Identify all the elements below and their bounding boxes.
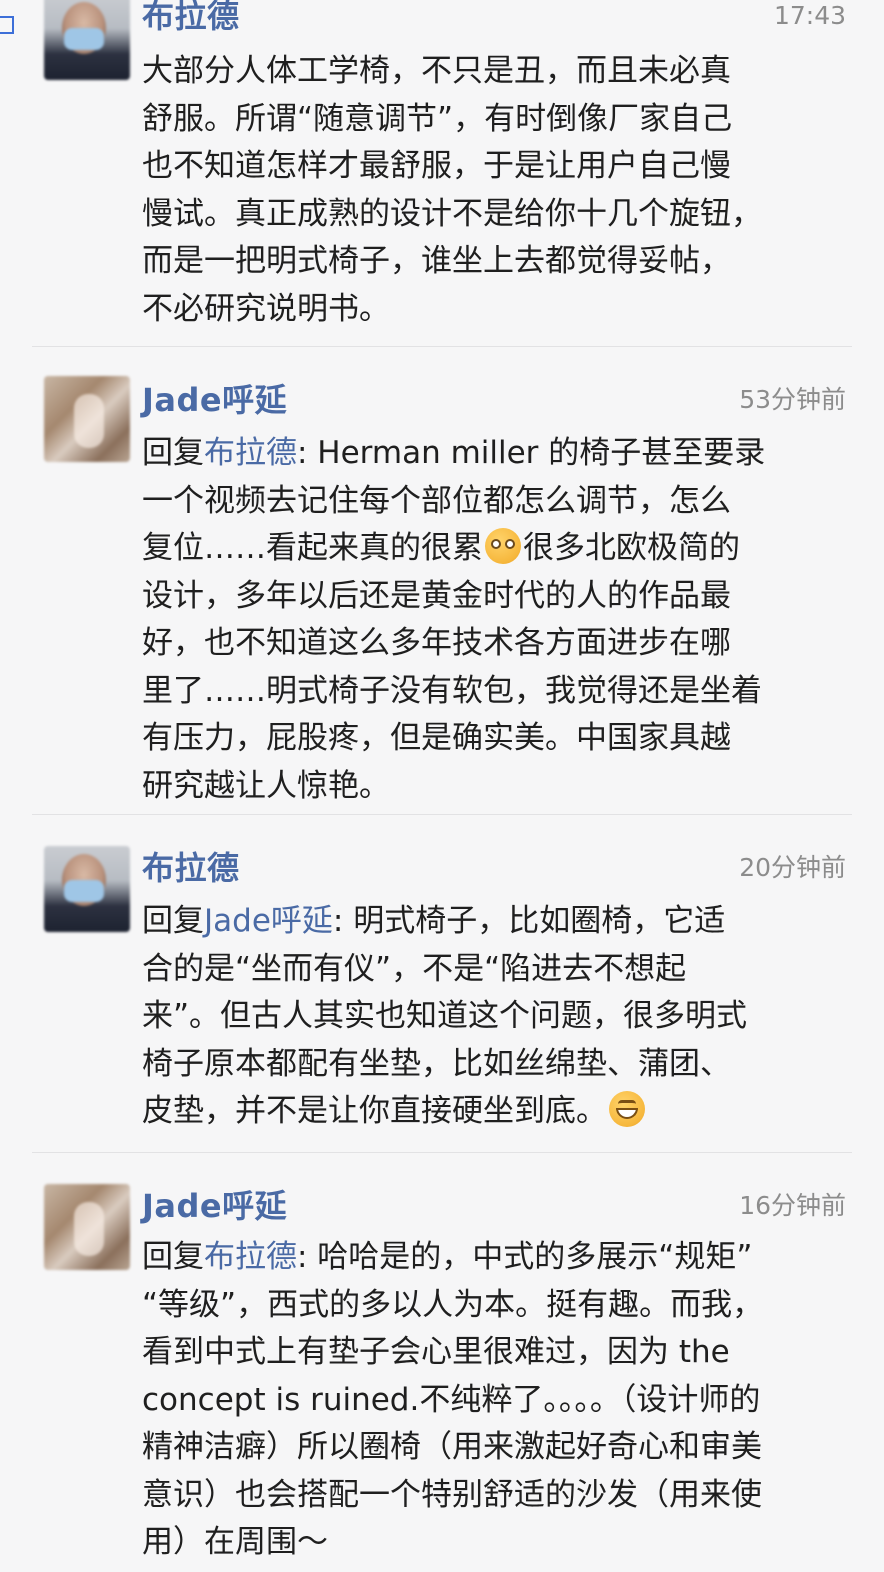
author-name[interactable]: 布拉德 [142, 848, 240, 888]
reply-to-link[interactable]: Jade呼延 [204, 903, 333, 939]
comment-text-content: 大部分人体工学椅，不只是丑，而且未必真 舒服。所谓“随意调节”，有时倒像厂家自己… [142, 53, 762, 327]
pleading-face-icon [485, 528, 521, 564]
reply-to-link[interactable]: 布拉德 [204, 1239, 297, 1275]
grinning-face-icon [609, 1091, 645, 1127]
author-name[interactable]: 布拉德 [142, 0, 240, 36]
reply-prefix: 回复 [142, 435, 204, 471]
comment-text-continued: 很多北欧极简的 设计，多年以后还是黄金时代的人的作品最 好，也不知道这么多年技术… [142, 530, 762, 804]
reply-prefix: 回复 [142, 1239, 204, 1275]
comment-text: 回复布拉德: Herman miller 的椅子甚至要录 一个视频去记住每个部位… [142, 430, 862, 810]
avatar[interactable] [44, 376, 130, 462]
author-name[interactable]: Jade呼延 [142, 1186, 287, 1226]
selection-edge-marker [0, 16, 14, 34]
comment-text: 回复Jade呼延: 明式椅子，比如圈椅，它适 合的是“坐而有仪”，不是“陷进去不… [142, 898, 862, 1136]
author-name[interactable]: Jade呼延 [142, 380, 287, 420]
timestamp: 20分钟前 [739, 853, 846, 882]
timestamp: 16分钟前 [739, 1191, 846, 1220]
avatar[interactable] [44, 846, 130, 932]
timestamp: 53分钟前 [739, 385, 846, 414]
avatar[interactable] [44, 1184, 130, 1270]
comment-text: 大部分人体工学椅，不只是丑，而且未必真 舒服。所谓“随意调节”，有时倒像厂家自己… [142, 48, 862, 333]
divider [32, 1152, 852, 1153]
avatar[interactable] [44, 0, 130, 80]
reply-to-link[interactable]: 布拉德 [204, 435, 297, 471]
timestamp: 17:43 [773, 1, 846, 30]
divider [32, 346, 852, 347]
reply-prefix: 回复 [142, 903, 204, 939]
comment-text: 回复布拉德: 哈哈是的，中式的多展示“规矩” “等级”，西式的多以人为本。挺有趣… [142, 1234, 862, 1567]
comment-text-content: : 哈哈是的，中式的多展示“规矩” “等级”，西式的多以人为本。挺有趣。而我， … [142, 1239, 764, 1560]
divider [32, 814, 852, 815]
